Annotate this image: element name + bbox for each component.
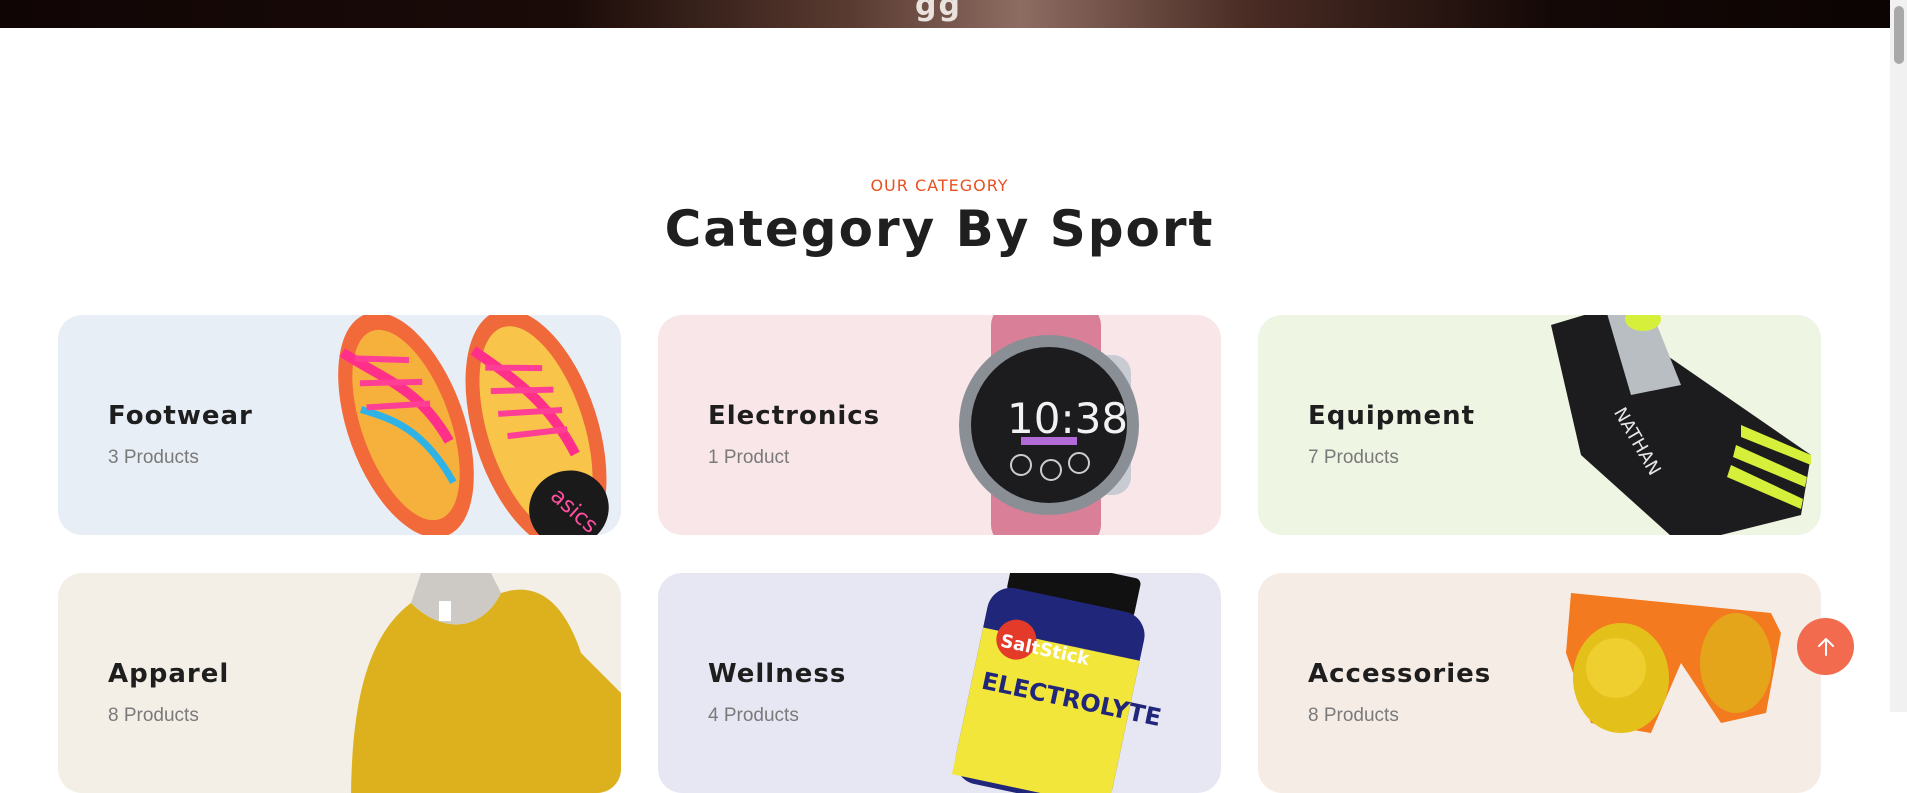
- category-card-footwear[interactable]: Footwear 3 Products asics: [58, 315, 621, 535]
- page-scrollbar[interactable]: [1890, 0, 1907, 712]
- category-count: 3 Products: [108, 447, 199, 468]
- category-card-equipment[interactable]: Equipment 7 Products NATHAN: [1258, 315, 1821, 535]
- running-shoes-image: asics: [311, 315, 621, 535]
- category-name: Apparel: [108, 659, 230, 689]
- category-count: 4 Products: [708, 705, 799, 726]
- hydration-belt-image: NATHAN: [1511, 315, 1821, 535]
- category-count: 1 Product: [708, 447, 790, 468]
- tank-top-image: [311, 573, 621, 793]
- sport-watch-image: 10:38: [911, 315, 1221, 535]
- sunglasses-image: [1511, 573, 1821, 793]
- banner-text-fragment: gg: [915, 0, 962, 23]
- category-card-accessories[interactable]: Accessories 8 Products: [1258, 573, 1821, 793]
- category-count: 7 Products: [1308, 447, 1399, 468]
- hero-banner-bottom: gg: [0, 0, 1890, 28]
- scrollbar-thumb[interactable]: [1894, 6, 1904, 64]
- electrolyte-bottle-image: SaltStick ELECTROLYTE: [911, 573, 1221, 793]
- category-name: Accessories: [1308, 659, 1492, 689]
- category-card-electronics[interactable]: Electronics 1 Product 10:38: [658, 315, 1221, 535]
- section-eyebrow: OUR CATEGORY: [870, 176, 1009, 195]
- category-card-wellness[interactable]: Wellness 4 Products SaltStick ELECTROLYT…: [658, 573, 1221, 793]
- arrow-up-icon: [1817, 637, 1834, 656]
- category-name: Electronics: [708, 401, 881, 431]
- category-name: Footwear: [108, 401, 253, 431]
- category-count: 8 Products: [1308, 705, 1399, 726]
- category-name: Wellness: [708, 659, 847, 689]
- back-to-top-button[interactable]: [1797, 618, 1854, 675]
- category-count: 8 Products: [108, 705, 199, 726]
- section-title: Category By Sport: [664, 200, 1215, 258]
- category-name: Equipment: [1308, 401, 1476, 431]
- watch-time: 10:38: [1007, 394, 1128, 443]
- category-card-apparel[interactable]: Apparel 8 Products: [58, 573, 621, 793]
